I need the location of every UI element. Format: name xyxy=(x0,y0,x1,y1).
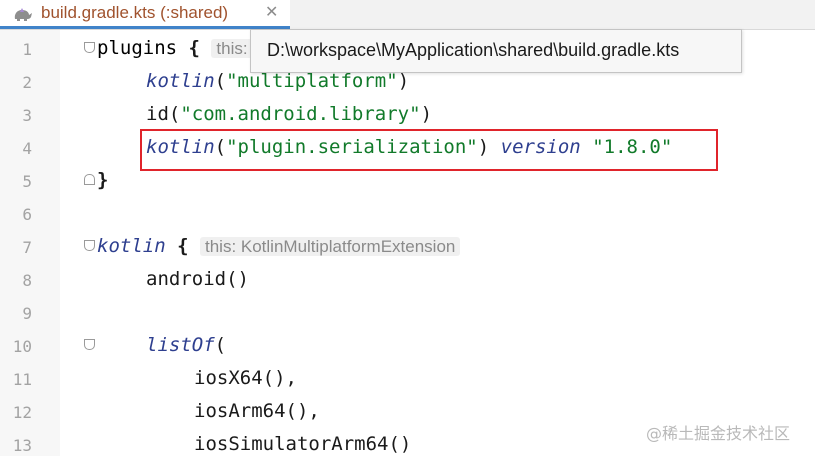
inlay-hint: this: xyxy=(211,39,253,58)
code-brace: { xyxy=(188,37,200,59)
watermark: @稀土掘金技术社区 xyxy=(646,424,791,443)
code-line-13: iosSimulatorArm64() xyxy=(194,433,411,455)
file-path-tooltip: D:\workspace\MyApplication\shared\build.… xyxy=(250,29,742,73)
code-paren: ) xyxy=(397,70,410,92)
code-line-12: iosArm64(), xyxy=(194,400,320,422)
code-string: "multiplatform" xyxy=(226,70,398,92)
highlight-box xyxy=(140,129,718,171)
code-function: id xyxy=(146,103,169,125)
tooltip-text: D:\workspace\MyApplication\shared\build.… xyxy=(267,40,680,60)
code-line-8: android() xyxy=(146,268,249,290)
code-line-10: listOf( xyxy=(146,334,226,356)
code-text: plugins xyxy=(97,37,189,59)
code-paren: ) xyxy=(420,103,433,125)
code-function: kotlin xyxy=(97,235,166,257)
code-line-1: plugins { this: xyxy=(97,37,253,59)
code-function: listOf xyxy=(146,334,215,356)
code-brace: } xyxy=(97,169,109,191)
code-line-11: iosX64(), xyxy=(194,367,297,389)
code-function: kotlin xyxy=(146,70,215,92)
code-line-2: kotlin("multiplatform") xyxy=(146,70,409,92)
code-text: iosArm64(), xyxy=(194,400,320,422)
code-brace: { xyxy=(165,235,189,257)
inlay-hint: this: KotlinMultiplatformExtension xyxy=(199,237,461,256)
code-text: iosX64(), xyxy=(194,367,297,389)
code-line-7: kotlin { this: KotlinMultiplatformExtens… xyxy=(97,235,461,257)
code-paren: ( xyxy=(214,334,227,356)
code-text: android() xyxy=(146,268,249,290)
code-line-3: id("com.android.library") xyxy=(146,103,432,125)
code-paren: ( xyxy=(168,103,181,125)
code-string: "com.android.library" xyxy=(180,103,421,125)
code-text: iosSimulatorArm64() xyxy=(194,433,412,455)
code-line-5: } xyxy=(97,169,108,191)
code-paren: ( xyxy=(214,70,227,92)
